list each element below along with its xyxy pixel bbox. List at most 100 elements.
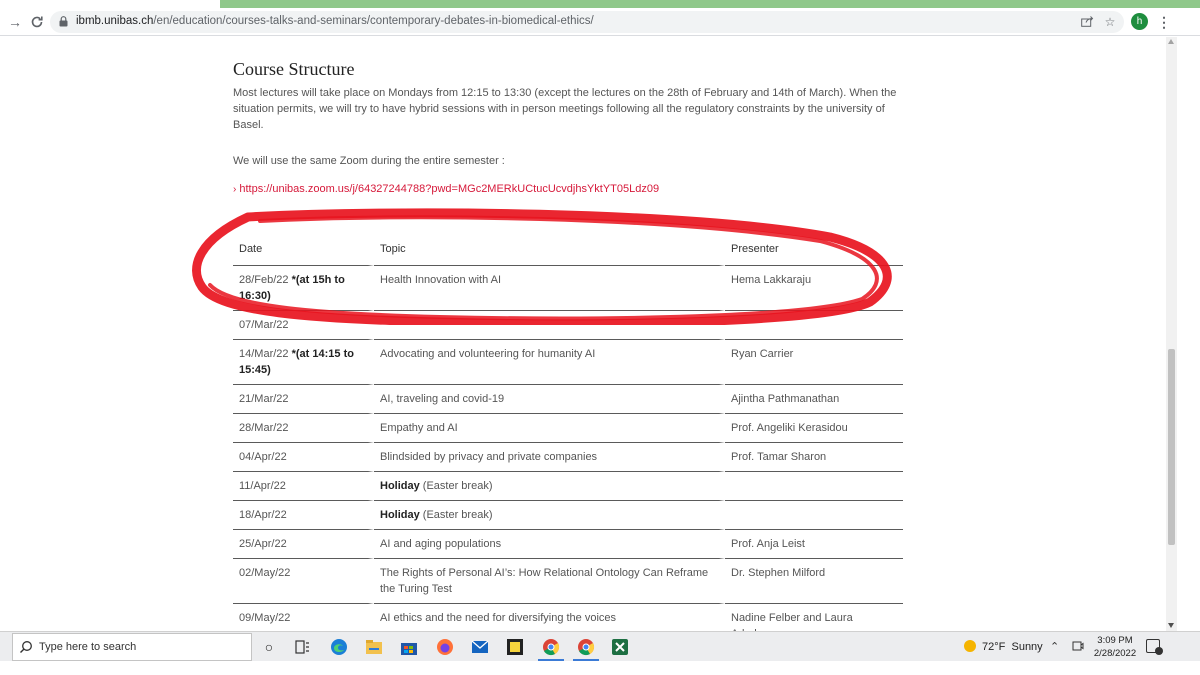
zoom-link[interactable]: › https://unibas.zoom.us/j/64327244788?pw… — [233, 183, 659, 195]
clock-time: 3:09 PM — [1097, 635, 1133, 646]
scroll-thumb[interactable] — [1168, 349, 1175, 545]
presenter-text: Ryan Carrier — [731, 348, 794, 360]
bookmark-star-icon[interactable]: ☆ — [1103, 15, 1117, 29]
topic-text: Health Innovation with AI — [380, 274, 502, 286]
cell-topic: Health Innovation with AI — [374, 266, 725, 311]
store-icon[interactable] — [399, 637, 419, 657]
excel-icon[interactable] — [610, 637, 630, 657]
date-text: 09/May/22 — [239, 612, 291, 624]
weather-text: Sunny — [1011, 641, 1043, 653]
table-row: 14/Mar/22 *(at 14:15 to 15:45) Advocating… — [233, 340, 903, 385]
topic-text: AI ethics and the need for diversifying … — [380, 612, 617, 624]
date-text: 28/Mar/22 — [239, 422, 289, 434]
system-clock[interactable]: 3:09 PM 2/28/2022 — [1093, 634, 1137, 660]
table-row: 28/Feb/22 *(at 15h to 16:30) Health Innov… — [233, 266, 903, 311]
search-icon — [20, 641, 32, 653]
topic-text: AI, traveling and covid-19 — [380, 393, 505, 405]
share-icon[interactable] — [1080, 15, 1094, 29]
cell-date: 28/Mar/22 — [233, 414, 374, 443]
cell-date: 21/Mar/22 — [233, 385, 374, 414]
cell-date: 18/Apr/22 — [233, 501, 374, 530]
browser-menu-icon[interactable]: ⋮ — [1157, 13, 1171, 31]
date-text: 28/Feb/22 — [239, 274, 289, 286]
table-row: 07/Mar/22 — [233, 311, 903, 340]
date-text: 11/Apr/22 — [239, 480, 286, 492]
cell-date: 28/Feb/22 *(at 15h to 16:30) — [233, 266, 374, 311]
presenter-text: Prof. Tamar Sharon — [731, 451, 827, 463]
table-row: 11/Apr/22 Holiday (Easter break) — [233, 472, 903, 501]
weather-widget[interactable]: 72°F Sunny — [964, 640, 1043, 653]
cell-presenter — [725, 472, 903, 501]
topic-text: (Easter break) — [419, 509, 493, 521]
topic-text: AI and aging populations — [380, 538, 502, 550]
table-header-row: Date Topic Presenter — [233, 233, 903, 266]
profile-avatar[interactable]: h — [1131, 13, 1148, 30]
address-bar[interactable]: ibmb.unibas.ch/en/education/courses-talk… — [50, 11, 1124, 33]
search-placeholder: Type here to search — [39, 641, 137, 653]
cell-topic: Empathy and AI — [374, 414, 725, 443]
taskbar-search[interactable]: Type here to search — [12, 633, 252, 661]
cell-date: 14/Mar/22 *(at 14:15 to 15:45) — [233, 340, 374, 385]
schedule-body: 28/Feb/22 *(at 15h to 16:30) Health Innov… — [233, 266, 903, 631]
sun-icon — [964, 640, 976, 652]
meet-now-icon[interactable] — [1072, 640, 1084, 655]
firefox-icon[interactable] — [435, 637, 455, 657]
file-explorer-icon[interactable] — [364, 637, 384, 657]
cell-presenter: Nadine Felber and Laura Arbelaez — [725, 604, 903, 631]
date-text: 02/May/22 — [239, 567, 291, 579]
mail-icon[interactable] — [470, 637, 490, 657]
scroll-down-icon[interactable] — [1168, 623, 1174, 628]
browser-toolbar: → ibmb.unibas.ch/en/education/courses-ta… — [0, 8, 1200, 36]
reload-icon[interactable] — [28, 13, 46, 31]
date-text: 18/Apr/22 — [239, 509, 287, 521]
scroll-up-icon[interactable] — [1168, 39, 1174, 44]
table-row: 25/Apr/22 AI and aging populations Prof. A… — [233, 530, 903, 559]
table-row: 18/Apr/22 Holiday (Easter break) — [233, 501, 903, 530]
active-tab[interactable] — [0, 0, 220, 8]
date-text: 14/Mar/22 — [239, 348, 289, 360]
topic-text: Advocating and volunteering for humanity… — [380, 348, 596, 360]
cell-topic: Advocating and volunteering for humanity… — [374, 340, 725, 385]
table-row: 09/May/22 AI ethics and the need for dive… — [233, 604, 903, 631]
presenter-text: Hema Lakkaraju — [731, 274, 812, 286]
cell-topic: Blindsided by privacy and private compan… — [374, 443, 725, 472]
date-text: 25/Apr/22 — [239, 538, 287, 550]
topic-text: Blindsided by privacy and private compan… — [380, 451, 598, 463]
cell-topic: AI ethics and the need for diversifying … — [374, 604, 725, 631]
cell-topic: Holiday (Easter break) — [374, 501, 725, 530]
chrome-profile-icon[interactable] — [576, 637, 596, 657]
topic-text: Empathy and AI — [380, 422, 458, 434]
lock-icon[interactable] — [59, 16, 68, 27]
header-topic: Topic — [374, 233, 725, 266]
page-scrollbar[interactable] — [1166, 37, 1177, 631]
date-text: 21/Mar/22 — [239, 393, 289, 405]
task-view-icon[interactable] — [293, 637, 313, 657]
topic-text: (Easter break) — [419, 480, 493, 492]
header-presenter: Presenter — [725, 233, 903, 266]
url-host: ibmb.unibas.ch — [76, 15, 154, 27]
edge-icon[interactable] — [329, 637, 349, 657]
chrome-icon[interactable] — [541, 637, 561, 657]
cell-presenter: Ryan Carrier — [725, 340, 903, 385]
holiday-label: Holiday — [380, 480, 420, 492]
cell-topic — [374, 311, 725, 340]
cell-topic: AI and aging populations — [374, 530, 725, 559]
presenter-text: Dr. Stephen Milford — [731, 567, 826, 579]
cell-date: 11/Apr/22 — [233, 472, 374, 501]
table-row: 02/May/22 The Rights of Personal AI’s: Ho… — [233, 559, 903, 604]
date-text: 07/Mar/22 — [239, 319, 289, 331]
url-text[interactable]: ibmb.unibas.ch/en/education/courses-talk… — [76, 15, 594, 27]
cell-presenter: Ajintha Pathmanathan — [725, 385, 903, 414]
forward-icon[interactable]: → — [6, 13, 24, 31]
url-path: /en/education/courses-talks-and-seminars… — [153, 15, 594, 27]
cell-date: 09/May/22 — [233, 604, 374, 631]
cell-date: 02/May/22 — [233, 559, 374, 604]
notification-badge — [1155, 647, 1163, 655]
cell-presenter: Dr. Stephen Milford — [725, 559, 903, 604]
cell-presenter: Prof. Tamar Sharon — [725, 443, 903, 472]
cell-presenter — [725, 501, 903, 530]
cortana-icon[interactable]: ○ — [259, 637, 279, 657]
chevron-up-icon[interactable]: ⌃ — [1050, 640, 1059, 653]
zoom-link-text: https://unibas.zoom.us/j/64327244788?pwd… — [239, 183, 660, 195]
sticky-notes-icon[interactable] — [505, 637, 525, 657]
